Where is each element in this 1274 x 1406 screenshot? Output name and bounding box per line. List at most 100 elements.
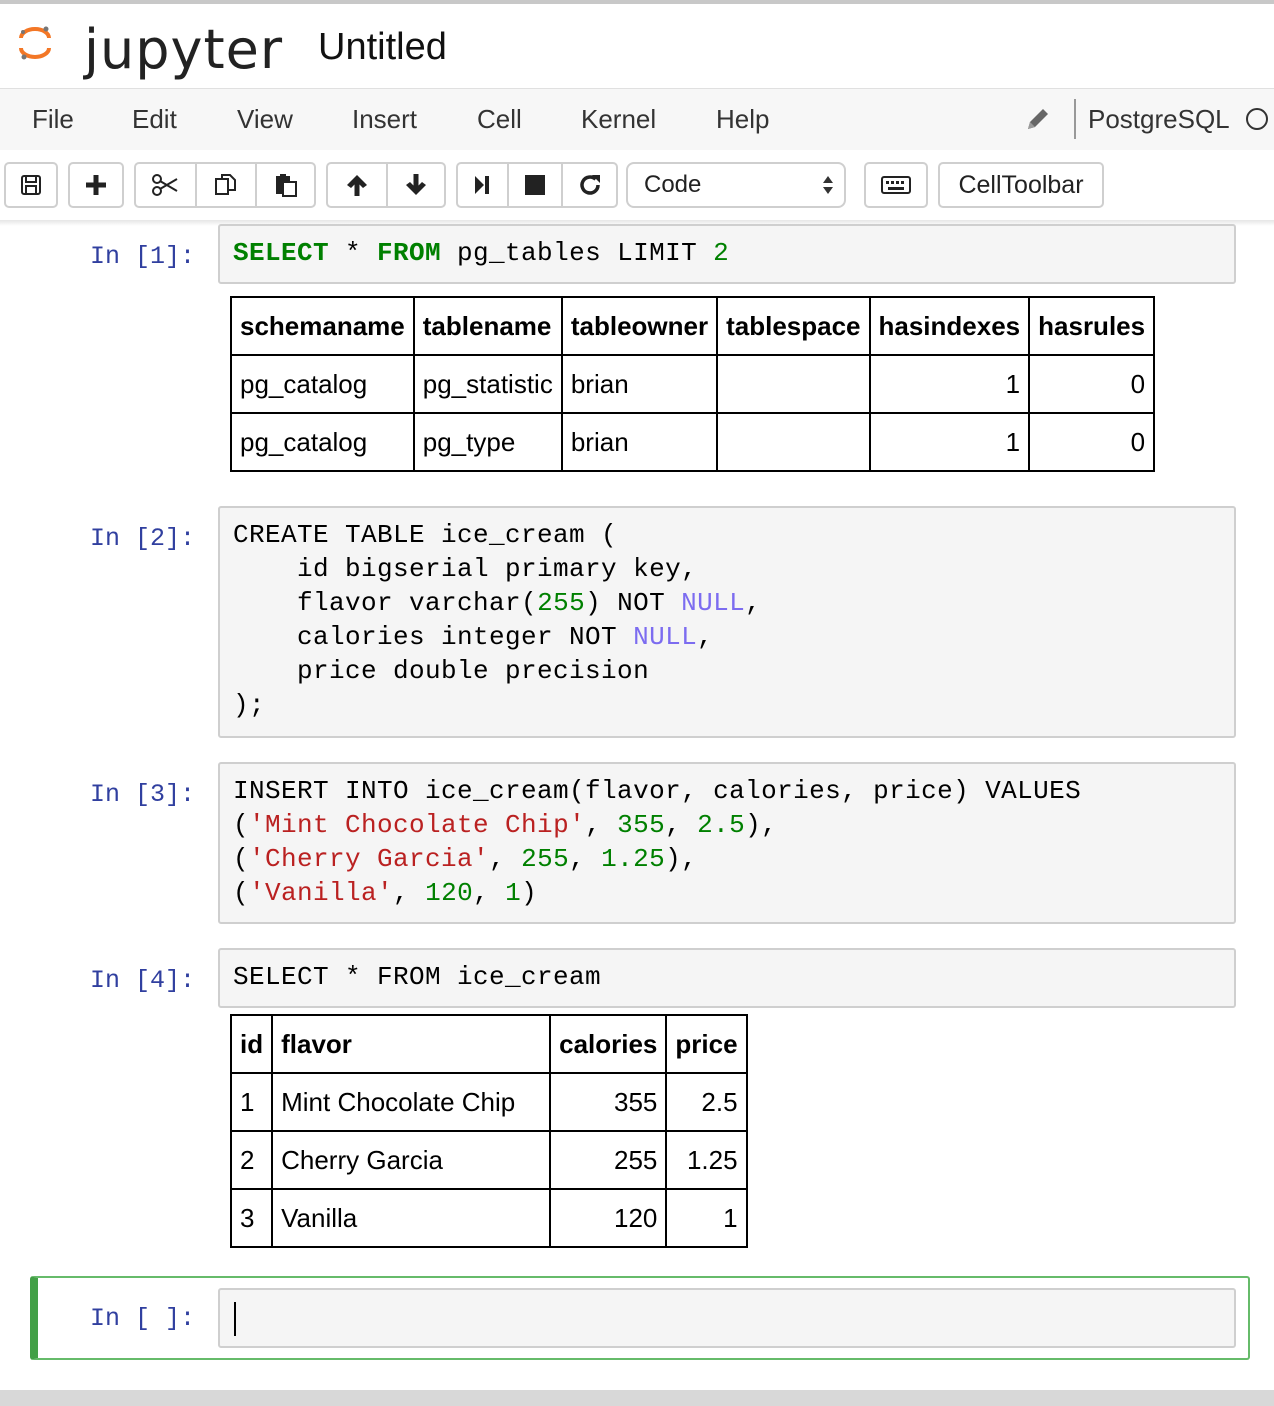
run-button-group [456, 162, 618, 208]
table-cell: 2 [229, 1130, 274, 1190]
jupyter-logo-text: jupyter [84, 18, 284, 81]
cell-input[interactable]: CREATE TABLE ice_cream ( id bigserial pr… [218, 506, 1236, 738]
window-bottom-edge [0, 1390, 1274, 1406]
plus-icon [86, 175, 106, 195]
restart-icon [579, 175, 600, 195]
table-cell: 2.5 [665, 1072, 748, 1132]
table-cell: pg_catalog [230, 412, 415, 472]
output-table: id flavor calories price 1 Mint Chocolat… [229, 1014, 748, 1248]
cell-input[interactable]: SELECT * FROM ice_cream [218, 948, 1236, 1008]
cut-icon [152, 174, 178, 196]
pencil-icon[interactable] [1024, 105, 1052, 133]
save-icon [21, 175, 41, 195]
notebook-container: In [1]: SELECT * FROM pg_tables LIMIT 2 … [0, 220, 1274, 1390]
code-cell-2[interactable]: In [2]: CREATE TABLE ice_cream ( id bigs… [30, 502, 1250, 742]
code-token: SELECT [233, 238, 330, 268]
insert-cell-button[interactable] [68, 162, 124, 208]
celltoolbar-button[interactable]: CellToolbar [938, 162, 1104, 208]
table-cell: 1 [868, 412, 1031, 472]
table-row: pg_catalog pg_type brian 1 0 [230, 412, 1156, 472]
menu-kernel[interactable]: Kernel [581, 104, 656, 135]
menu-insert[interactable]: Insert [352, 104, 417, 135]
menubar: File Edit View Insert Cell Kernel Help P… [0, 88, 1274, 152]
stop-icon [525, 175, 546, 195]
code-cell-5-selected[interactable]: In [ ]: [30, 1276, 1250, 1360]
paste-icon [275, 174, 297, 197]
cell-type-select[interactable]: Code [626, 162, 846, 208]
table-cell: Cherry Garcia [271, 1130, 552, 1190]
notebook-name[interactable]: Untitled [318, 26, 447, 69]
table-cell: 1 [229, 1072, 274, 1132]
column-header: price [665, 1014, 748, 1074]
cell-output: schemaname tablename tableowner tablespa… [230, 296, 1212, 472]
kernel-name[interactable]: PostgreSQL [1088, 104, 1230, 135]
menu-help[interactable]: Help [716, 104, 769, 135]
menu-file[interactable]: File [32, 104, 74, 135]
column-header: id [229, 1014, 274, 1074]
paste-button[interactable] [257, 164, 314, 206]
cell-code[interactable] [220, 1290, 1234, 1310]
run-icon [475, 176, 490, 194]
code-token: 'Mint Chocolate Chip' [249, 810, 586, 840]
command-palette-button[interactable] [864, 162, 928, 208]
header: jupyter Untitled [0, 4, 1274, 88]
arrow-up-icon [346, 175, 367, 196]
arrow-down-icon [405, 174, 426, 195]
move-up-button[interactable] [328, 164, 388, 206]
table-cell: 0 [1028, 354, 1156, 414]
code-token: 1 [505, 878, 522, 908]
table-row: 1 Mint Chocolate Chip 355 2.5 [229, 1072, 748, 1132]
menu-edit[interactable]: Edit [132, 104, 177, 135]
code-token: 255 [521, 844, 570, 874]
column-header: tablespace [716, 296, 871, 356]
table-cell: brian [560, 412, 719, 472]
save-button[interactable] [4, 162, 58, 208]
column-header: tableowner [560, 296, 719, 356]
table-cell: 355 [549, 1072, 668, 1132]
kernel-idle-circle-icon [1246, 108, 1268, 130]
code-cell-3[interactable]: In [3]: INSERT INTO ice_cream(flavor, ca… [30, 758, 1250, 928]
menu-divider [1074, 99, 1076, 139]
cell-code[interactable]: INSERT INTO ice_cream(flavor, calories, … [220, 764, 1234, 920]
jupyter-logo-icon [19, 26, 51, 60]
code-token: 2 [713, 238, 730, 268]
cell-output: id flavor calories price 1 Mint Chocolat… [229, 1014, 748, 1248]
table-cell: 1 [665, 1188, 748, 1248]
keyboard-icon [881, 176, 911, 194]
run-button[interactable] [458, 164, 509, 206]
table-cell: 0 [1028, 412, 1156, 472]
table-cell: Vanilla [271, 1188, 552, 1248]
menu-view[interactable]: View [237, 104, 293, 135]
table-cell: 120 [549, 1188, 668, 1248]
stop-button[interactable] [509, 164, 564, 206]
table-cell: 1 [868, 354, 1031, 414]
restart-button[interactable] [563, 164, 616, 206]
edit-button-group [134, 162, 316, 208]
cell-code[interactable]: SELECT * FROM ice_cream [220, 950, 1234, 1004]
copy-button[interactable] [197, 164, 258, 206]
code-token: 'Vanilla' [249, 878, 394, 908]
cell-input[interactable]: SELECT * FROM pg_tables LIMIT 2 [218, 224, 1236, 284]
cell-code[interactable]: SELECT * FROM pg_tables LIMIT 2 [220, 226, 1234, 280]
table-cell: pg_statistic [412, 354, 563, 414]
toolbar: Code CellToolbar [0, 150, 1274, 221]
cell-code[interactable]: CREATE TABLE ice_cream ( id bigserial pr… [220, 508, 1234, 732]
code-cell-1[interactable]: In [1]: SELECT * FROM pg_tables LIMIT 2 … [30, 220, 1250, 480]
code-token: 355 [617, 810, 666, 840]
copy-icon [214, 174, 236, 195]
menu-cell[interactable]: Cell [477, 104, 522, 135]
move-button-group [326, 162, 446, 208]
code-token: 255 [537, 588, 586, 618]
cell-input[interactable] [218, 1288, 1236, 1348]
code-cell-4[interactable]: In [4]: SELECT * FROM ice_cream id flavo… [30, 944, 1250, 1264]
column-header: calories [549, 1014, 668, 1074]
cell-input[interactable]: INSERT INTO ice_cream(flavor, calories, … [218, 762, 1236, 924]
code-token: 1.25 [601, 844, 666, 874]
cut-button[interactable] [136, 164, 197, 206]
code-token: 2.5 [697, 810, 746, 840]
code-token: NULL [633, 622, 698, 652]
cell-type-value: Code [644, 171, 702, 198]
move-down-button[interactable] [388, 164, 444, 206]
table-cell: brian [560, 354, 719, 414]
table-cell: 3 [229, 1188, 274, 1248]
